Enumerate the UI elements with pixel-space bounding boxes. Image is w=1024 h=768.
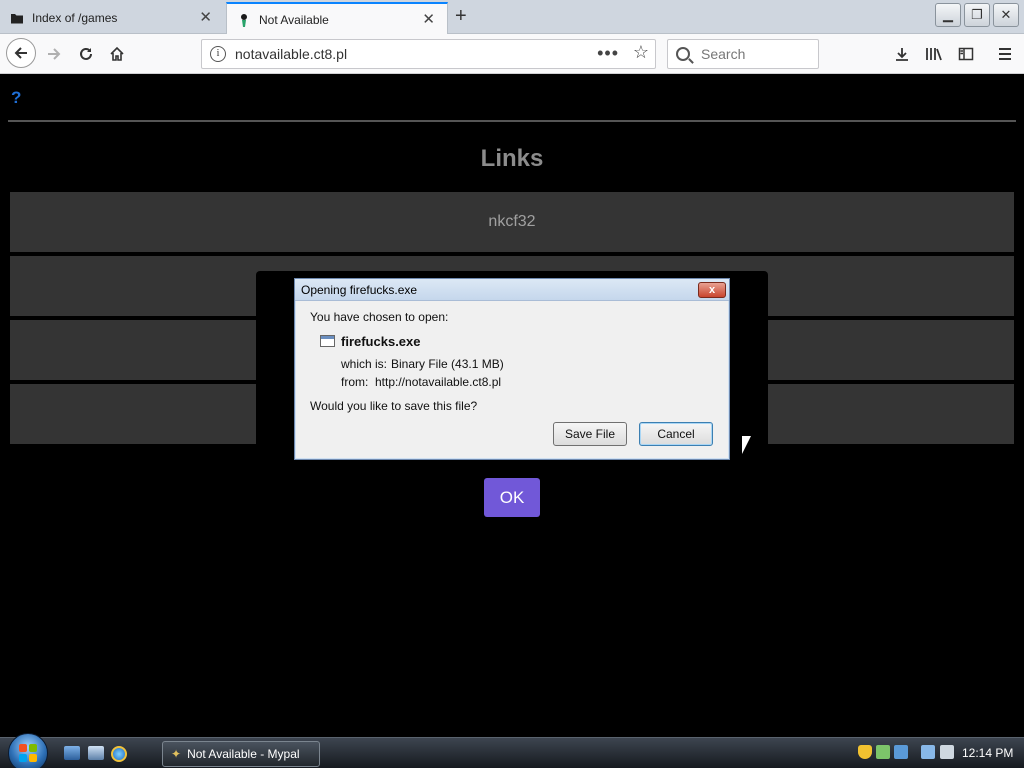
tab-label: Index of /games [32,11,118,25]
start-button[interactable] [8,733,48,768]
file-type-label: which is: [341,357,388,371]
tray-app-icon[interactable] [876,745,890,759]
navigation-bar: i notavailable.ct8.pl ••• ☆ Search [0,34,1024,74]
help-icon[interactable]: ? [11,88,21,108]
sidebar-icon[interactable] [954,42,978,66]
reload-icon [80,47,92,60]
save-file-button[interactable]: Save File [553,422,627,446]
back-arrow-icon [14,47,27,59]
search-bar[interactable]: Search [667,39,819,69]
file-type-value: Binary File (43.1 MB) [391,357,504,371]
file-source-label: from: [341,375,369,389]
forward-arrow-icon [48,48,61,60]
site-favicon-icon [241,13,247,27]
tray-app-icon[interactable] [894,745,908,759]
dialog-titlebar[interactable]: Opening firefucks.exe x [295,279,729,301]
divider [8,120,1016,122]
home-button[interactable] [103,40,131,68]
mouse-pointer-icon [742,436,751,454]
dialog-question: Would you like to save this file? [310,399,478,413]
internet-explorer-icon[interactable] [111,746,127,762]
bookmark-star-icon[interactable]: ☆ [633,42,649,63]
ok-button[interactable]: OK [484,478,540,517]
forward-button[interactable] [40,40,68,68]
volume-muted-icon[interactable] [940,745,954,759]
close-icon[interactable]: x [698,282,726,298]
link-item[interactable]: nkcf32 [10,192,1014,252]
download-icon[interactable] [890,42,914,66]
taskbar-item-browser[interactable]: ✦ Not Available - Mypal [162,741,320,767]
close-tab-icon[interactable]: ✕ [199,10,212,25]
page-actions-icon[interactable]: ••• [597,43,619,64]
home-icon [110,46,124,61]
network-icon[interactable] [921,745,935,759]
site-info-icon[interactable]: i [210,46,226,62]
minimize-window-button[interactable]: ▁ [935,3,961,27]
download-dialog: Opening firefucks.exe x You have chosen … [294,278,730,460]
switch-windows-icon[interactable] [88,746,104,760]
dialog-intro: You have chosen to open: [310,310,449,324]
clock[interactable]: 12:14 PM [962,746,1013,760]
search-icon [676,47,690,61]
new-tab-icon[interactable]: + [455,5,467,27]
library-icon[interactable] [922,42,946,66]
file-type-icon [320,335,335,347]
reload-button[interactable] [72,40,100,68]
file-source-value: http://notavailable.ct8.pl [375,375,502,389]
dialog-title: Opening firefucks.exe [301,283,418,297]
menu-icon[interactable] [993,42,1017,66]
taskbar: ✦ Not Available - Mypal 12:14 PM [0,733,1024,768]
close-tab-icon[interactable]: ✕ [422,12,435,27]
tab-index-of-games[interactable]: Index of /games ✕ [0,2,224,34]
close-window-button[interactable]: ✕ [993,3,1019,27]
tab-label: Not Available [259,12,329,27]
folder-icon [11,14,23,24]
page-title: Links [480,145,544,172]
show-desktop-icon[interactable] [64,746,80,760]
file-name: firefucks.exe [341,334,421,349]
tab-not-available[interactable]: Not Available ✕ [226,2,448,35]
back-button[interactable] [6,38,36,68]
restore-window-button[interactable]: ❐ [964,3,990,27]
url-bar[interactable]: i notavailable.ct8.pl ••• ☆ [201,39,656,69]
cancel-button[interactable]: Cancel [639,422,713,446]
tab-strip: Index of /games ✕ Not Available ✕ + ▁ ❐ … [0,0,1024,35]
browser-app-icon: ✦ [171,747,182,761]
search-placeholder: Search [701,46,746,62]
url-text[interactable]: notavailable.ct8.pl [235,46,347,62]
taskbar-item-label: Not Available - Mypal [187,747,300,761]
windows-logo-icon [19,744,37,762]
security-shield-icon[interactable] [858,745,872,759]
